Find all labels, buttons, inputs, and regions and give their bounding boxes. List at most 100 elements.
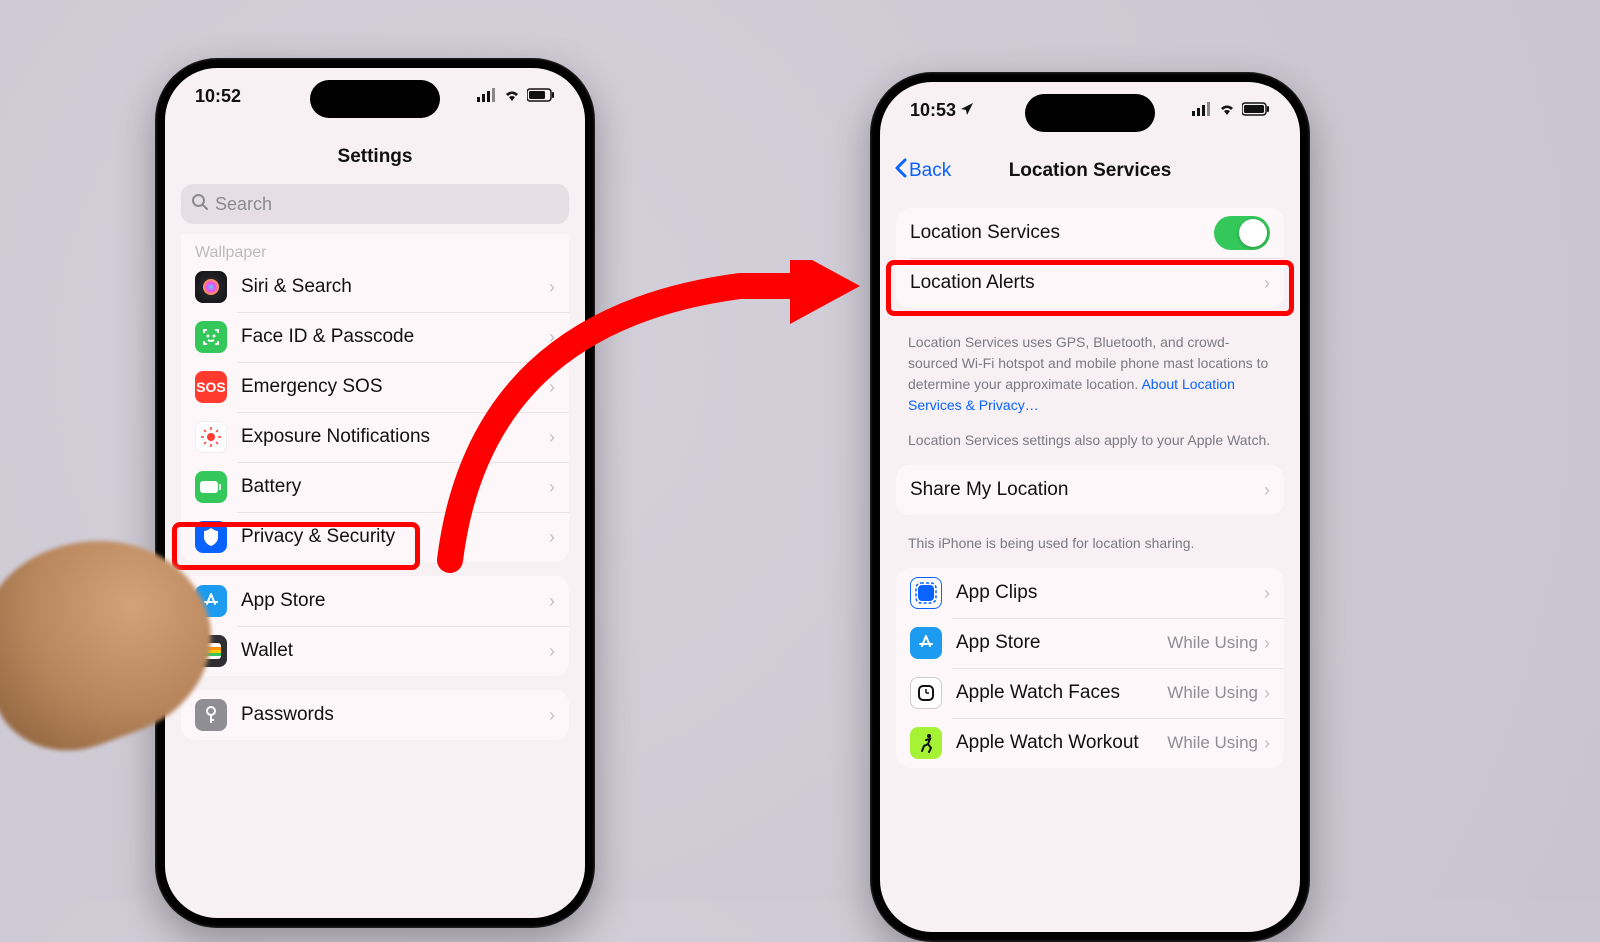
location-alerts-row[interactable]: Location Alerts › — [896, 258, 1284, 308]
settings-content: Settings Search Wallpaper Siri & Search›… — [165, 68, 585, 918]
wifi-icon — [503, 86, 521, 107]
row-label: Wallet — [241, 640, 549, 662]
list-row[interactable]: Apple Watch FacesWhile Using › — [896, 668, 1284, 718]
chevron-right-icon: › — [1264, 683, 1270, 704]
row-detail: While Using — [1167, 683, 1258, 703]
row-label: Face ID & Passcode — [241, 326, 549, 348]
chevron-right-icon: › — [549, 327, 555, 348]
chevron-right-icon: › — [549, 591, 555, 612]
sos-icon: SOS — [195, 371, 227, 403]
list-row[interactable]: Privacy & Security› — [181, 512, 569, 562]
signal-icon — [477, 86, 497, 107]
search-placeholder: Search — [215, 194, 272, 215]
list-row[interactable]: Passwords› — [181, 690, 569, 740]
header: Settings — [165, 134, 585, 180]
battery-icon — [195, 471, 227, 503]
row-detail: While Using — [1167, 733, 1258, 753]
chevron-right-icon: › — [549, 277, 555, 298]
chevron-right-icon: › — [1264, 583, 1270, 604]
row-label: Passwords — [241, 704, 549, 726]
battery-icon — [527, 86, 555, 107]
row-label: Apple Watch Workout — [956, 732, 1167, 754]
toggle-label: Location Services — [910, 222, 1214, 244]
wifi-icon — [1218, 100, 1236, 121]
chevron-right-icon: › — [549, 377, 555, 398]
chevron-right-icon: › — [1264, 633, 1270, 654]
phone-left: 10:52 Settings Search — [155, 58, 595, 928]
passwords-icon — [195, 699, 227, 731]
exposure-icon — [195, 421, 227, 453]
page-title: Location Services — [1009, 160, 1172, 182]
settings-row-wallpaper[interactable]: Wallpaper — [181, 234, 569, 262]
row-label: Battery — [241, 476, 549, 498]
chevron-right-icon: › — [549, 427, 555, 448]
row-label: App Clips — [956, 582, 1264, 604]
dynamic-island — [1025, 94, 1155, 132]
row-label: Emergency SOS — [241, 376, 549, 398]
list-row[interactable]: Wallet› — [181, 626, 569, 676]
row-label: Apple Watch Faces — [956, 682, 1167, 704]
workout-icon — [910, 727, 942, 759]
alerts-label: Location Alerts — [910, 272, 1264, 294]
location-services-toggle[interactable] — [1214, 216, 1270, 250]
siri-icon — [195, 271, 227, 303]
chevron-right-icon: › — [1264, 480, 1270, 501]
share-label: Share My Location — [910, 479, 1264, 501]
row-label: Exposure Notifications — [241, 426, 549, 448]
battery-icon — [1242, 100, 1270, 121]
chevron-right-icon: › — [1264, 733, 1270, 754]
share-footer: This iPhone is being used for location s… — [880, 529, 1300, 554]
list-row[interactable]: App StoreWhile Using › — [896, 618, 1284, 668]
status-time: 10:52 — [195, 86, 241, 107]
location-arrow-icon — [960, 100, 974, 121]
list-row[interactable]: App Clips› — [896, 568, 1284, 618]
list-row[interactable]: SOS Emergency SOS› — [181, 362, 569, 412]
dynamic-island — [310, 80, 440, 118]
chevron-right-icon: › — [1264, 273, 1270, 294]
screen-left: 10:52 Settings Search — [165, 68, 585, 918]
screen-right: 10:53 — [880, 82, 1300, 932]
chevron-right-icon: › — [549, 477, 555, 498]
location-content: Back Location Services Location Services… — [880, 82, 1300, 932]
back-label: Back — [909, 160, 951, 182]
row-detail: While Using — [1167, 633, 1258, 653]
status-time: 10:53 — [910, 100, 956, 121]
share-my-location-row[interactable]: Share My Location › — [896, 465, 1284, 515]
location-description-2: Location Services settings also apply to… — [880, 416, 1300, 451]
row-label: App Store — [241, 590, 549, 612]
phone-right: 10:53 — [870, 72, 1310, 942]
location-services-toggle-row[interactable]: Location Services — [896, 208, 1284, 258]
list-row[interactable]: Exposure Notifications› — [181, 412, 569, 462]
list-row[interactable]: Face ID & Passcode› — [181, 312, 569, 362]
search-icon — [191, 193, 209, 216]
list-row[interactable]: Siri & Search› — [181, 262, 569, 312]
settings-row-label: Wallpaper — [195, 244, 266, 262]
settings-list-2: App Store›Wallet› — [181, 576, 569, 676]
page-title: Settings — [338, 146, 413, 168]
list-row[interactable]: App Store› — [181, 576, 569, 626]
chevron-right-icon: › — [549, 705, 555, 726]
chevron-right-icon: › — [549, 641, 555, 662]
settings-list-1: Wallpaper Siri & Search›Face ID & Passco… — [181, 234, 569, 562]
location-toggle-group: Location Services Location Alerts › — [896, 208, 1284, 308]
back-button[interactable]: Back — [894, 148, 951, 194]
location-description: Location Services uses GPS, Bluetooth, a… — [880, 322, 1300, 416]
appclips-icon — [910, 577, 942, 609]
watchfaces-icon — [910, 677, 942, 709]
appstore-icon — [910, 627, 942, 659]
header: Back Location Services — [880, 148, 1300, 194]
chevron-left-icon — [894, 158, 907, 184]
row-label: Privacy & Security — [241, 526, 549, 548]
row-label: App Store — [956, 632, 1167, 654]
privacy-icon — [195, 521, 227, 553]
list-row[interactable]: Apple Watch WorkoutWhile Using › — [896, 718, 1284, 768]
search-input[interactable]: Search — [181, 184, 569, 224]
signal-icon — [1192, 100, 1212, 121]
list-row[interactable]: Battery› — [181, 462, 569, 512]
row-label: Siri & Search — [241, 276, 549, 298]
chevron-right-icon: › — [549, 527, 555, 548]
settings-list-3: Passwords› — [181, 690, 569, 740]
faceid-icon — [195, 321, 227, 353]
apps-list: App Clips›App StoreWhile Using›Apple Wat… — [896, 568, 1284, 768]
share-location-group: Share My Location › — [896, 465, 1284, 515]
